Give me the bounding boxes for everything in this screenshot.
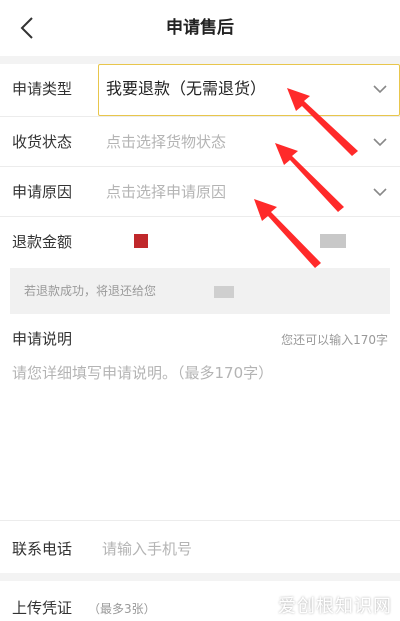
watermark: 爱创根知识网 [278,596,392,617]
section-gap [0,56,400,64]
upload-hint: （最多3张） [88,602,156,616]
page-title: 申请售后 [166,18,234,38]
request-reason-select[interactable]: 点击选择申请原因 [106,167,226,217]
header-bar: 申请售后 [0,0,400,56]
upload-label: 上传凭证 [12,599,73,617]
refund-tip: 若退款成功，将退还给您 [10,268,390,314]
chevron-down-icon[interactable] [372,134,388,150]
request-type-label: 申请类型 [12,80,73,98]
phone-input[interactable]: 请输入手机号 [102,538,192,559]
phone-label: 联系电话 [12,540,73,558]
refund-amount-redacted [134,234,148,248]
refund-amount-label: 退款金额 [12,233,73,251]
request-reason-row[interactable]: 申请原因 点击选择申请原因 [0,167,400,217]
section-gap [0,573,400,581]
goods-status-select[interactable]: 点击选择货物状态 [106,117,226,167]
chevron-down-icon[interactable] [372,184,388,200]
description-textarea[interactable]: 请您详细填写申请说明。（最多170字） [12,362,273,383]
description-counter: 您还可以输入170字 [281,333,388,347]
request-reason-label: 申请原因 [12,183,73,201]
refund-tip-text: 若退款成功，将退还给您 [24,284,157,298]
goods-status-row[interactable]: 收货状态 点击选择货物状态 [0,117,400,167]
request-type-highlight [98,64,400,116]
goods-status-label: 收货状态 [12,133,73,151]
divider [0,520,400,521]
description-label: 申请说明 [12,330,73,348]
refund-tip-blurred [214,286,234,298]
refund-amount-blurred [320,234,346,248]
